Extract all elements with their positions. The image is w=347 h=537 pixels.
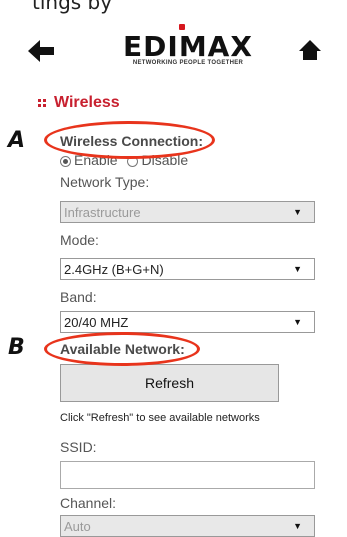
annotation-letter-b: B [8, 335, 25, 360]
mode-value: 2.4GHz (B+G+N) [64, 262, 164, 277]
home-icon[interactable] [298, 38, 322, 62]
header-bar: EDIMAX NETWORKING PEOPLE TOGETHER [0, 22, 347, 82]
annotation-letter-a: A [8, 128, 26, 153]
mode-select[interactable]: 2.4GHz (B+G+N) ▼ [60, 258, 315, 280]
section-title: Wireless [54, 94, 120, 111]
ssid-input[interactable] [60, 461, 315, 489]
dropdown-arrow-icon: ▼ [293, 207, 302, 217]
logo-tagline: NETWORKING PEOPLE TOGETHER [132, 60, 244, 66]
dropdown-arrow-icon: ▼ [293, 317, 302, 327]
channel-label: Channel: [60, 495, 117, 511]
network-type-value: Infrastructure [64, 205, 141, 220]
refresh-hint-text: Click "Refresh" to see available network… [60, 412, 260, 424]
refresh-button[interactable]: Refresh [60, 364, 279, 402]
band-select[interactable]: 20/40 MHZ ▼ [60, 311, 315, 333]
annotation-ellipse-b [44, 332, 200, 366]
edimax-logo: EDIMAX NETWORKING PEOPLE TOGETHER [120, 24, 256, 72]
ssid-label: SSID: [60, 439, 97, 455]
mode-label: Mode: [60, 232, 99, 248]
dropdown-arrow-icon: ▼ [293, 264, 302, 274]
radio-enable-icon[interactable] [60, 155, 71, 167]
channel-value: Auto [64, 519, 91, 534]
logo-text: EDIMAX [123, 30, 253, 63]
top-caption-text: tings by [32, 0, 113, 14]
section-bullet-icon [38, 99, 46, 107]
band-label: Band: [60, 289, 97, 305]
annotation-ellipse-a [44, 121, 215, 159]
network-type-label: Network Type: [60, 174, 150, 190]
network-type-select: Infrastructure ▼ [60, 201, 315, 223]
channel-select: Auto ▼ [60, 515, 315, 537]
band-value: 20/40 MHZ [64, 315, 129, 330]
back-arrow-icon[interactable] [28, 38, 56, 64]
